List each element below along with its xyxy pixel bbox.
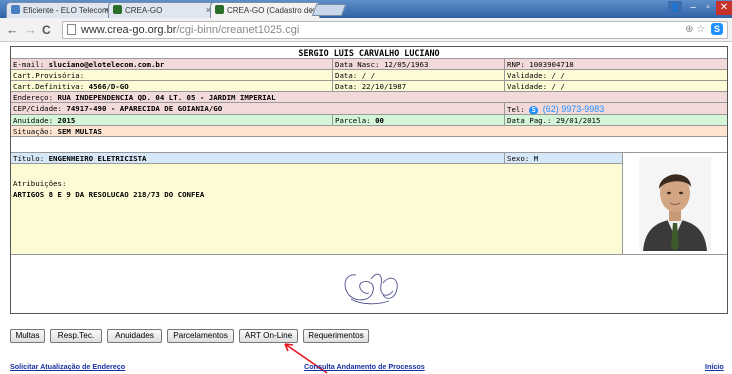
restore-icon[interactable]: ▫ [702, 1, 714, 15]
close-window-icon[interactable]: ✕ [716, 1, 732, 15]
browser-tab-strip: Eficiente - ELO Telecomu × CREA-GO × CRE… [0, 0, 732, 18]
skype-icon: S [529, 106, 539, 114]
signature-cell [11, 255, 727, 313]
tab-crea-go-cadastro[interactable]: CREA-GO (Cadastro de P × [210, 2, 320, 18]
provisional-date-cell: Data: / / [333, 70, 505, 81]
professional-photo [639, 157, 711, 251]
zoom-icon[interactable]: ⊕ [685, 24, 693, 35]
gender-cell: Sexo: M [505, 153, 623, 164]
spacer-row [11, 137, 727, 153]
art-online-button[interactable]: ART On-Line [239, 329, 298, 343]
signature-image [344, 273, 398, 305]
multas-button[interactable]: Multas [10, 329, 45, 343]
provisional-card-cell: Cart.Provisória: [11, 70, 333, 81]
anuidades-button[interactable]: Anuidades [107, 329, 162, 343]
forward-icon[interactable]: → [24, 21, 37, 39]
extension-icon[interactable]: S [711, 23, 723, 35]
favicon-icon [11, 5, 20, 14]
portrait-image [639, 157, 711, 251]
payment-date-cell: Data Pag.: 29/01/2015 [505, 115, 727, 126]
favicon-icon [215, 5, 224, 14]
minimize-icon[interactable]: – [686, 1, 700, 15]
requerimentos-button[interactable]: Requerimentos [303, 329, 369, 343]
email-cell: E-mail: sluciano@elotelecom.com.br [11, 59, 333, 70]
rnp-cell: RNP: 1003904718 [505, 59, 727, 70]
tab-title: CREA-GO (Cadastro de P [227, 6, 320, 15]
phone-cell: Tel: S (62) 9973-9983 [505, 103, 727, 115]
address-bar[interactable]: www.crea-go.org.br/cgi-binn/creanet1025.… [62, 21, 728, 39]
definitive-card-cell: Cart.Definitiva: 4566/D-GO [11, 81, 333, 92]
professional-record: SERGIO LUIS CARVALHO LUCIANO E-mail: slu… [10, 46, 728, 314]
resp-tec-button[interactable]: Resp.Tec. [50, 329, 102, 343]
new-tab-button[interactable] [311, 4, 347, 16]
process-status-link[interactable]: Consulta Andamento de Processos [304, 362, 425, 371]
address-cell: Endereço: RUA INDEPENDENCIA QD. 04 LT. 0… [11, 92, 727, 103]
attributions-cell: Atribuições: ARTIGOS 8 E 9 DA RESOLUCAO … [11, 164, 623, 255]
update-address-link[interactable]: Solicitar Atualização de Endereço [10, 362, 125, 371]
definitive-date-cell: Data: 22/10/1987 [333, 81, 505, 92]
attributions-text: ARTIGOS 8 E 9 DA RESOLUCAO 218/73 DO CON… [13, 190, 205, 199]
parcelamentos-button[interactable]: Parcelamentos [167, 329, 234, 343]
provisional-validity-cell: Validade: / / [505, 70, 727, 81]
photo-cell [623, 153, 727, 255]
url-host: www.crea-go.org.br [81, 24, 177, 36]
definitive-validity-cell: Validade: / / [505, 81, 727, 92]
home-link[interactable]: Início [705, 362, 724, 371]
professional-name: SERGIO LUIS CARVALHO LUCIANO [11, 47, 727, 59]
back-icon[interactable]: ← [6, 21, 19, 39]
title-cell: Título: ENGENHEIRO ELETRICISTA [11, 153, 505, 164]
phone-link[interactable]: (62) 9973-9983 [543, 104, 605, 114]
cep-city-cell: CEP/Cidade: 74917-490 - APARECIDA DE GOI… [11, 103, 505, 115]
browser-toolbar: ← → C www.crea-go.org.br/cgi-binn/creane… [0, 18, 732, 42]
installment-cell: Parcela: 00 [333, 115, 505, 126]
page-icon [67, 24, 76, 35]
tab-title: CREA-GO [125, 6, 163, 15]
tab-crea-go[interactable]: CREA-GO × [108, 2, 216, 18]
omnibox-actions: ⊕ ☆ S [685, 22, 723, 38]
url-path: /cgi-binn/creanet1025.cgi [176, 24, 300, 36]
favicon-icon [113, 5, 122, 14]
tab-title: Eficiente - ELO Telecomu [23, 6, 114, 15]
reload-icon[interactable]: C [42, 21, 51, 39]
user-icon[interactable]: 👤 [668, 1, 682, 15]
status-cell: Situação: SEM MULTAS [11, 126, 727, 137]
birthdate-cell: Data Nasc: 12/05/1963 [333, 59, 505, 70]
bookmark-star-icon[interactable]: ☆ [696, 24, 705, 35]
attributions-label: Atribuições: [13, 179, 67, 188]
tab-eficiente[interactable]: Eficiente - ELO Telecomu × [6, 2, 114, 18]
annuity-cell: Anuidade: 2015 [11, 115, 333, 126]
